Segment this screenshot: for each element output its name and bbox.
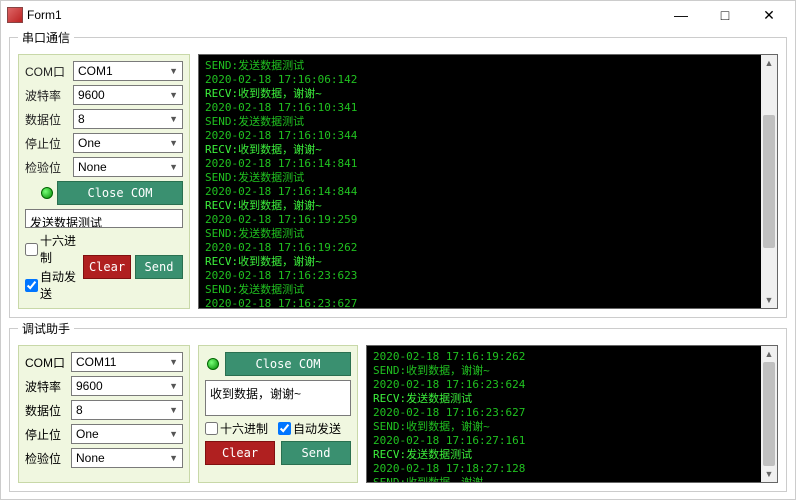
scroll-up-icon[interactable]: ▲ (761, 346, 777, 362)
baud-select[interactable]: 9600 ▼ (73, 85, 183, 105)
dropdown-icon: ▼ (169, 453, 178, 463)
stop-select[interactable]: One ▼ (73, 133, 183, 153)
hex-label-2: 十六进制 (220, 420, 268, 437)
app-icon (7, 7, 23, 23)
status-led-icon (41, 187, 53, 199)
send-textarea[interactable]: 发送数据测试 (25, 209, 183, 228)
scrollbar-2[interactable]: ▲ ▼ (761, 346, 777, 482)
baud-label: 波特率 (25, 87, 69, 104)
parity-label: 检验位 (25, 159, 69, 176)
terminal-2-content[interactable]: 2020-02-18 17:16:19:262 SEND:收到数据，谢谢~ 20… (367, 346, 761, 482)
dropdown-icon: ▼ (169, 138, 178, 148)
com-value: COM1 (78, 64, 113, 78)
data-value: 8 (78, 112, 85, 126)
serial-comm-group: 串口通信 COM口COM1▼ 波特率9600▼ 数据位8▼ 停止位One▼ 检验… (9, 29, 787, 318)
window-title: Form1 (27, 8, 659, 22)
terminal-1: SEND:发送数据测试 2020-02-18 17:16:06:142 RECV… (198, 54, 778, 309)
dropdown-icon: ▼ (169, 429, 178, 439)
titlebar: Form1 — □ ✕ (1, 1, 795, 29)
dropdown-icon: ▼ (169, 357, 178, 367)
stop-label: 停止位 (25, 135, 69, 152)
debug-config-panel: COM口COM11▼ 波特率9600▼ 数据位8▼ 停止位One▼ 检验位Non… (18, 345, 190, 483)
stop-select-2[interactable]: One ▼ (71, 424, 183, 444)
baud-select-2[interactable]: 9600 ▼ (71, 376, 183, 396)
auto-send-label: 自动发送 (40, 268, 79, 302)
parity-value: None (78, 160, 107, 174)
auto-send-checkbox-2[interactable]: 自动发送 (278, 420, 341, 437)
parity-select-2[interactable]: None ▼ (71, 448, 183, 468)
stop-label-2: 停止位 (25, 426, 67, 443)
parity-label-2: 检验位 (25, 450, 67, 467)
auto-send-label-2: 自动发送 (293, 420, 341, 437)
stop-value: One (78, 136, 101, 150)
com-label: COM口 (25, 63, 69, 80)
scroll-up-icon[interactable]: ▲ (761, 55, 777, 71)
baud-label-2: 波特率 (25, 378, 67, 395)
dropdown-icon: ▼ (169, 381, 178, 391)
dropdown-icon: ▼ (169, 90, 178, 100)
maximize-button[interactable]: □ (703, 2, 747, 28)
recv-textarea-2[interactable]: 收到数据，谢谢~ (205, 380, 351, 416)
clear-button[interactable]: Clear (83, 255, 131, 279)
scroll-down-icon[interactable]: ▼ (761, 466, 777, 482)
data-select[interactable]: 8▼ (73, 109, 183, 129)
data-label: 数据位 (25, 111, 69, 128)
data-value-2: 8 (76, 403, 83, 417)
com-select-2[interactable]: COM11 ▼ (71, 352, 183, 372)
debug-send-panel: Close COM 收到数据，谢谢~ 十六进制 自动发送 Clear Send (198, 345, 358, 483)
hex-checkbox[interactable]: 十六进制 (25, 232, 79, 266)
parity-value-2: None (76, 451, 105, 465)
data-select-2[interactable]: 8▼ (71, 400, 183, 420)
dropdown-icon: ▼ (169, 162, 178, 172)
dropdown-icon: ▼ (169, 405, 178, 415)
auto-send-checkbox[interactable]: 自动发送 (25, 268, 79, 302)
scroll-down-icon[interactable]: ▼ (761, 292, 777, 308)
send-button[interactable]: Send (135, 255, 183, 279)
minimize-button[interactable]: — (659, 2, 703, 28)
data-label-2: 数据位 (25, 402, 67, 419)
serial-config-panel: COM口COM1▼ 波特率9600▼ 数据位8▼ 停止位One▼ 检验位None… (18, 54, 190, 309)
close-com-button-2[interactable]: Close COM (225, 352, 351, 376)
dropdown-icon: ▼ (169, 66, 178, 76)
status-led-icon-2 (207, 358, 219, 370)
terminal-1-content[interactable]: SEND:发送数据测试 2020-02-18 17:16:06:142 RECV… (199, 55, 761, 308)
send-button-2[interactable]: Send (281, 441, 351, 465)
scrollbar-thumb[interactable] (763, 362, 775, 466)
stop-value-2: One (76, 427, 99, 441)
baud-value-2: 9600 (76, 379, 103, 393)
baud-value: 9600 (78, 88, 105, 102)
terminal-2: 2020-02-18 17:16:19:262 SEND:收到数据，谢谢~ 20… (366, 345, 778, 483)
com-value-2: COM11 (76, 355, 116, 369)
close-window-button[interactable]: ✕ (747, 2, 791, 28)
close-com-button[interactable]: Close COM (57, 181, 183, 205)
debug-helper-group: 调试助手 COM口COM11▼ 波特率9600▼ 数据位8▼ 停止位One▼ 检… (9, 320, 787, 492)
com-select[interactable]: COM1 ▼ (73, 61, 183, 81)
serial-comm-legend: 串口通信 (18, 29, 74, 46)
debug-helper-legend: 调试助手 (18, 320, 74, 337)
parity-select[interactable]: None ▼ (73, 157, 183, 177)
clear-button-2[interactable]: Clear (205, 441, 275, 465)
dropdown-icon: ▼ (169, 114, 178, 124)
scrollbar-thumb[interactable] (763, 115, 775, 248)
com-label-2: COM口 (25, 354, 67, 371)
scrollbar-1[interactable]: ▲ ▼ (761, 55, 777, 308)
hex-checkbox-2[interactable]: 十六进制 (205, 420, 268, 437)
hex-label: 十六进制 (40, 232, 79, 266)
